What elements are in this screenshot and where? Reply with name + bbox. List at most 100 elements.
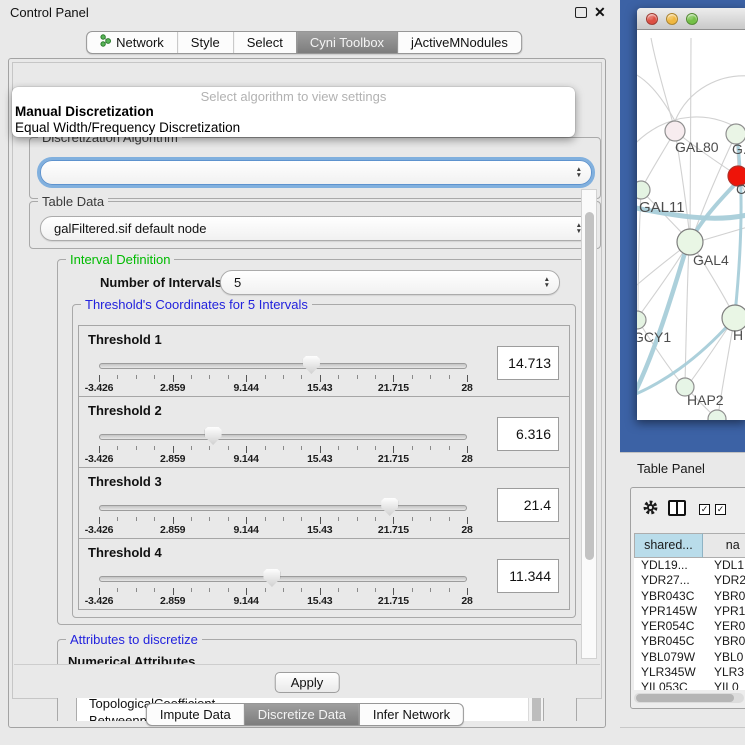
app-root: Control Panel ✕ NetworkStyleSelect Cyni T…: [0, 0, 745, 745]
zoom-traffic-light-icon[interactable]: [686, 13, 698, 25]
table-row[interactable]: YBL079WYBL0: [634, 650, 745, 665]
table-row[interactable]: YDL19...YDL1: [634, 558, 745, 573]
tick-mark: [301, 446, 302, 450]
tick-label: -3.426: [85, 524, 114, 536]
network-edge: [688, 320, 733, 385]
tick-mark: [375, 517, 376, 521]
threshold-1-slider-thumb[interactable]: [303, 356, 320, 374]
tab-label: jActiveMNodules: [411, 32, 508, 53]
split-columns-icon[interactable]: [668, 500, 686, 516]
apply-button[interactable]: Apply: [275, 672, 340, 693]
panel-scrollbar[interactable]: [581, 189, 597, 659]
table-row[interactable]: YER054CYER0: [634, 619, 745, 634]
tick-label: 21.715: [378, 595, 409, 607]
dropdown-option-equal-width-frequency[interactable]: Equal Width/Frequency Discretization: [15, 120, 240, 136]
table-hscrollbar-thumb[interactable]: [636, 694, 734, 702]
tab-select[interactable]: Select: [233, 32, 296, 53]
network-node-node-bottom[interactable]: [708, 410, 726, 420]
tick-mark: [191, 446, 192, 450]
tick-mark: [228, 588, 229, 592]
table-row[interactable]: YLR345WYLR3: [634, 665, 745, 680]
tab-jactivemnodules[interactable]: jActiveMNodules: [397, 32, 521, 53]
threshold-1-slider-track[interactable]: [99, 363, 467, 369]
tick-mark: [99, 375, 100, 382]
threshold-3-slider-thumb[interactable]: [381, 498, 398, 516]
tick-mark: [430, 517, 431, 521]
tick-mark: [265, 446, 266, 450]
network-node-gal11[interactable]: [637, 181, 650, 199]
tab-network[interactable]: Network: [87, 32, 177, 53]
dropdown-option-manual-discretization[interactable]: Manual Discretization: [15, 104, 154, 120]
tick-mark: [154, 446, 155, 450]
tick-mark: [320, 588, 321, 595]
threshold-2-slider-track[interactable]: [99, 434, 467, 440]
threshold-4-slider-thumb[interactable]: [263, 569, 280, 587]
tick-mark: [320, 375, 321, 382]
network-window-titlebar[interactable]: [637, 8, 745, 30]
number-of-intervals-combobox[interactable]: 5: [220, 270, 560, 295]
tick-mark: [338, 588, 339, 592]
table-row[interactable]: YDR27...YDR2: [634, 573, 745, 588]
tick-mark: [117, 446, 118, 450]
tick-mark: [265, 375, 266, 379]
table-data-combobox[interactable]: galFiltered.sif default node: [40, 216, 592, 241]
network-node-gal80[interactable]: [665, 121, 685, 141]
tick-label: 15.43: [307, 595, 332, 607]
close-traffic-light-icon[interactable]: [646, 13, 658, 25]
network-node-label-gal11: GAL11: [639, 199, 685, 216]
tab-cyni-toolbox[interactable]: Cyni Toolbox: [296, 32, 397, 53]
control-panel-titlebar[interactable]: Control Panel ✕: [0, 0, 620, 26]
gear-icon[interactable]: [642, 499, 659, 516]
cell-shared-name: YBR045C: [634, 634, 709, 649]
threshold-1-value-field[interactable]: 14.713: [497, 346, 559, 380]
tick-mark: [246, 446, 247, 453]
tab-label: Cyni Toolbox: [310, 32, 384, 53]
tick-mark: [412, 375, 413, 379]
table-hscrollbar[interactable]: [634, 693, 744, 703]
table-row[interactable]: YBR043CYBR0: [634, 589, 745, 604]
cell-shared-name: YDL19...: [634, 558, 709, 573]
threshold-3-slider-track[interactable]: [99, 505, 467, 511]
threshold-2-value-field[interactable]: 6.316: [497, 417, 559, 451]
tick-label: -3.426: [85, 382, 114, 394]
tick-mark: [154, 588, 155, 592]
tab-style[interactable]: Style: [177, 32, 233, 53]
tick-mark: [283, 588, 284, 592]
checkbox-icon[interactable]: [715, 504, 726, 515]
dropdown-placeholder: Select algorithm to view settings: [12, 89, 575, 104]
threshold-4-value-field[interactable]: 11.344: [497, 559, 559, 593]
tick-label: 28: [461, 453, 472, 465]
close-window-icon[interactable]: ✕: [594, 4, 606, 21]
tick-mark: [283, 446, 284, 450]
tick-mark: [136, 446, 137, 450]
algorithm-combobox[interactable]: [40, 160, 592, 185]
tab-impute-data[interactable]: Impute Data: [147, 704, 244, 725]
float-window-icon[interactable]: [575, 7, 587, 18]
threshold-4-slider-track[interactable]: [99, 576, 467, 582]
network-edge: [637, 72, 675, 121]
tick-mark: [99, 517, 100, 524]
threshold-2-slider-thumb[interactable]: [205, 427, 222, 445]
tab-infer-network[interactable]: Infer Network: [359, 704, 463, 725]
table-row[interactable]: YPR145WYPR1: [634, 604, 745, 619]
network-canvas[interactable]: GAL80G.CGAL11GAL4GCY1HHAP2: [637, 30, 745, 420]
minimize-traffic-light-icon[interactable]: [666, 13, 678, 25]
network-edge: [675, 76, 745, 121]
panel-scrollbar-thumb[interactable]: [585, 212, 594, 560]
tab-discretize-data[interactable]: Discretize Data: [244, 704, 359, 725]
table-row[interactable]: YBR045CYBR0: [634, 634, 745, 649]
network-node-label-hap2: HAP2: [687, 392, 724, 408]
threshold-3-value-field[interactable]: 21.4: [497, 488, 559, 522]
cell-shared-name: YBR043C: [634, 589, 709, 604]
column-header-name[interactable]: na: [703, 533, 745, 558]
tick-mark: [246, 588, 247, 595]
table-row[interactable]: YIL053CYIL0: [634, 680, 745, 690]
checkbox-icon[interactable]: [699, 504, 710, 515]
column-header-shared-name[interactable]: shared...: [634, 533, 703, 558]
cell-name: YDL1: [709, 558, 745, 573]
tick-mark: [136, 517, 137, 521]
network-node-gcy1[interactable]: [637, 311, 646, 329]
tick-mark: [357, 517, 358, 521]
tick-label: 15.43: [307, 382, 332, 394]
tick-label: 2.859: [160, 524, 185, 536]
